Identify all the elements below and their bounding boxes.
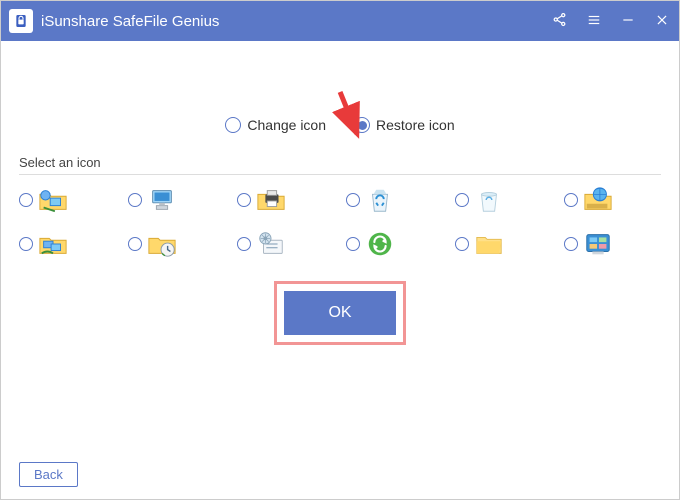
radio-icon [455,237,469,251]
icon-option-network-drive[interactable] [564,185,661,215]
radio-icon [455,193,469,207]
icon-option-this-pc[interactable] [128,185,225,215]
divider [19,174,661,175]
icon-option-recycle-full[interactable] [346,185,443,215]
content-area: Change icon Restore icon Select an icon [1,41,679,499]
system-settings-icon [255,229,287,259]
radio-icon [564,237,578,251]
icon-option-system-settings[interactable] [237,229,334,259]
network-folder-icon [37,185,69,215]
share-icon[interactable] [552,12,567,30]
icon-option-recycle-empty[interactable] [455,185,552,215]
ok-button[interactable]: OK [284,291,396,335]
radio-icon [346,237,360,251]
app-logo-icon [9,9,33,33]
titlebar-controls [552,12,669,30]
titlebar: iSunshare SafeFile Genius [1,1,679,41]
icon-option-network-folder[interactable] [19,185,116,215]
recycle-bin-full-icon [364,185,396,215]
icon-option-printer-folder[interactable] [237,185,334,215]
close-icon[interactable] [655,13,669,30]
restore-icon-label: Restore icon [376,117,455,133]
icon-option-shared-folder[interactable] [19,229,116,259]
footer: Back [19,444,661,487]
sync-icon [364,229,396,259]
icon-option-plain-folder[interactable] [455,229,552,259]
recent-folder-icon [146,229,178,259]
icon-grid [19,185,661,259]
radio-icon [237,237,251,251]
minimize-icon[interactable] [621,13,635,30]
this-pc-icon [146,185,178,215]
select-icon-label: Select an icon [19,155,661,170]
icon-option-recent-folder[interactable] [128,229,225,259]
icon-option-control-panel[interactable] [564,229,661,259]
change-icon-radio[interactable]: Change icon [225,117,326,133]
radio-unchecked-icon [225,117,241,133]
back-button[interactable]: Back [19,462,78,487]
app-title: iSunshare SafeFile Genius [41,13,552,30]
network-drive-icon [582,185,614,215]
radio-icon [19,237,33,251]
radio-icon [128,193,142,207]
menu-icon[interactable] [587,13,601,30]
annotation-highlight: OK [274,281,406,345]
radio-icon [19,193,33,207]
recycle-bin-empty-icon [473,185,505,215]
change-icon-label: Change icon [247,117,326,133]
printer-folder-icon [255,185,287,215]
radio-icon [128,237,142,251]
control-panel-icon [582,229,614,259]
plain-folder-icon [473,229,505,259]
annotation-arrow-icon [316,87,382,151]
radio-icon [237,193,251,207]
radio-icon [346,193,360,207]
shared-folder-icon [37,229,69,259]
ok-button-container: OK [19,281,661,345]
app-window: iSunshare SafeFile Genius Change icon Re… [0,0,680,500]
radio-icon [564,193,578,207]
icon-option-sync[interactable] [346,229,443,259]
